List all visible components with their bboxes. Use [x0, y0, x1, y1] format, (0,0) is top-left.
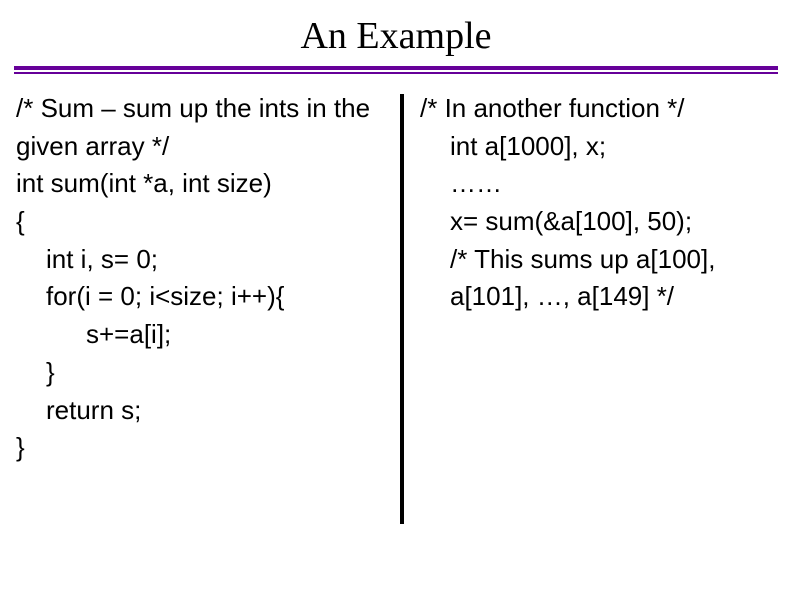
code-line: int i, s= 0;	[16, 241, 394, 279]
code-line: return s;	[16, 392, 394, 430]
code-line: int a[1000], x;	[420, 128, 764, 166]
code-line: /* In another function */	[420, 90, 764, 128]
slide-title: An Example	[0, 0, 792, 66]
code-line: {	[16, 203, 394, 241]
code-line: x= sum(&a[100], 50);	[420, 203, 764, 241]
left-column: /* Sum – sum up the ints in the given ar…	[16, 90, 400, 524]
code-line: int sum(int *a, int size)	[16, 165, 394, 203]
title-underline	[14, 66, 778, 76]
right-column: /* In another function */ int a[1000], x…	[404, 90, 764, 524]
code-line: for(i = 0; i<size; i++){	[16, 278, 394, 316]
code-line: /* Sum – sum up the ints in the given ar…	[16, 90, 394, 165]
content-area: /* Sum – sum up the ints in the given ar…	[0, 90, 792, 524]
code-line: /* This sums up a[100], a[101], …, a[149…	[420, 241, 764, 316]
code-line: }	[16, 354, 394, 392]
code-line: ……	[420, 165, 764, 203]
code-line: }	[16, 429, 394, 467]
code-line: s+=a[i];	[16, 316, 394, 354]
